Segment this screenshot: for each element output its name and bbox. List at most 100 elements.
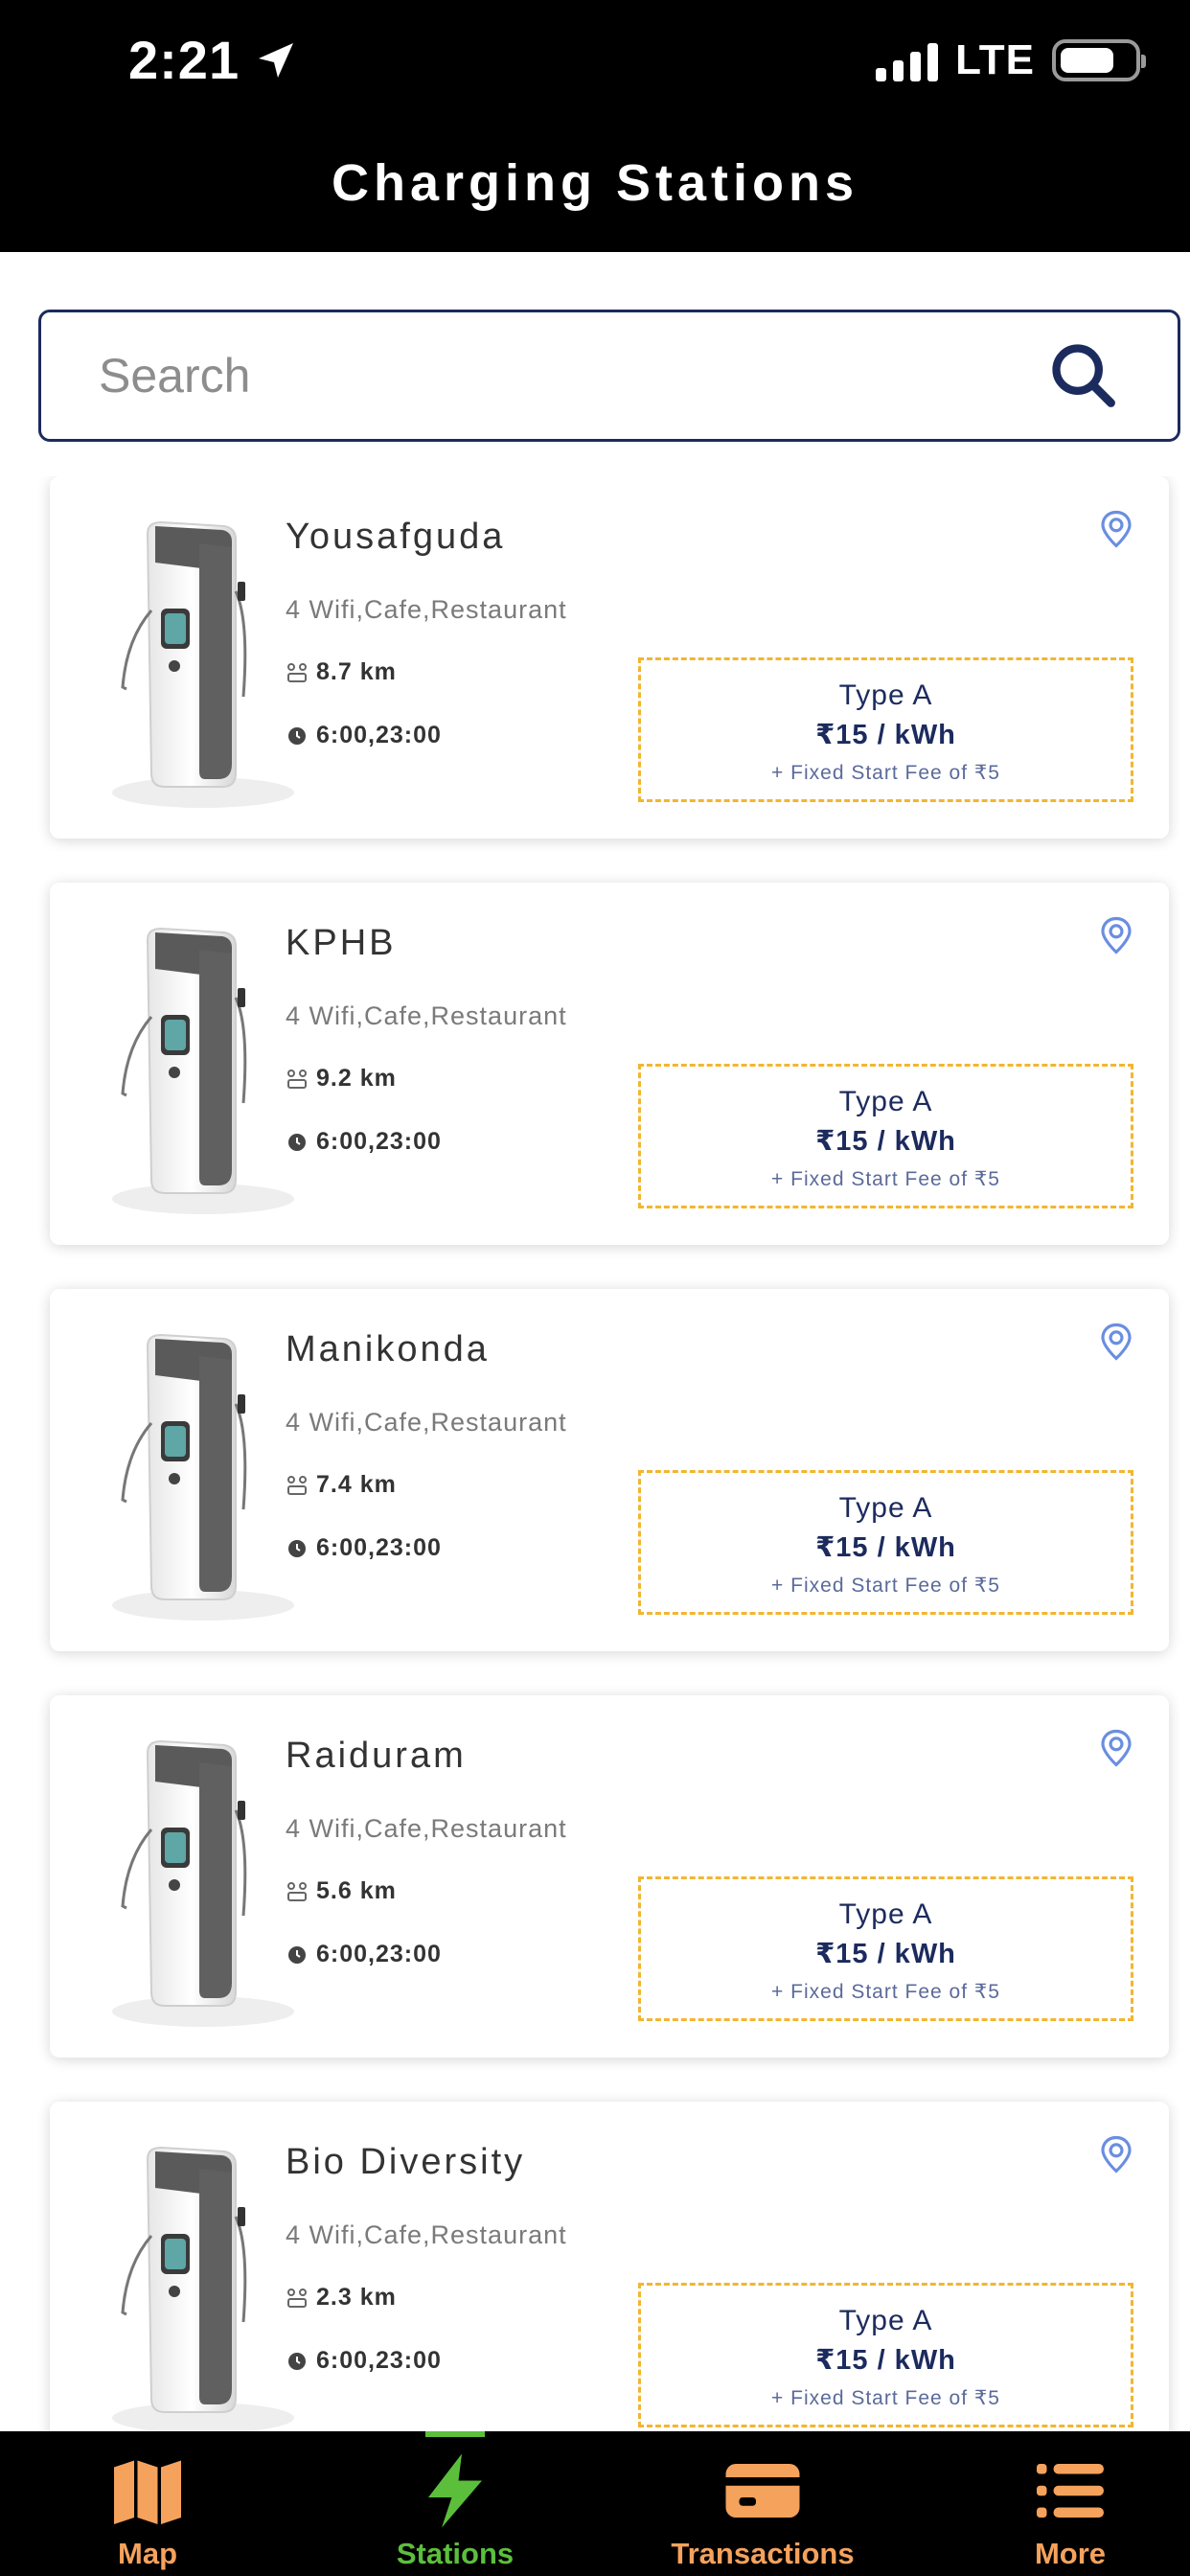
price-rate: ₹15 / kWh <box>815 1126 956 1157</box>
clock-icon <box>288 1539 306 1557</box>
station-card[interactable]: Manikonda 4 Wifi,Cafe,Restaurant 7.4 km … <box>50 1289 1169 1651</box>
search-input[interactable] <box>99 348 1047 403</box>
status-time: 2:21 <box>128 29 299 91</box>
station-hours: 6:00,23:00 <box>316 1128 442 1155</box>
station-distance: 8.7 km <box>316 658 397 685</box>
connector-type: Type A <box>838 2305 933 2336</box>
nav-item-transactions[interactable]: Transactions <box>619 2431 906 2576</box>
station-distance-row: 2.3 km <box>286 2284 397 2312</box>
station-card[interactable]: KPHB 4 Wifi,Cafe,Restaurant 9.2 km 6:00,… <box>50 883 1169 1245</box>
connector-type: Type A <box>838 1492 933 1524</box>
nav-item-map[interactable]: Map <box>4 2431 291 2576</box>
station-distance: 5.6 km <box>316 1877 397 1904</box>
station-card[interactable]: Raiduram 4 Wifi,Cafe,Restaurant 5.6 km 6… <box>50 1695 1169 2058</box>
nav-label-transactions: Transactions <box>671 2537 855 2570</box>
nav-item-more[interactable]: More <box>927 2431 1190 2576</box>
station-name: Yousafguda <box>286 517 506 557</box>
location-pin-icon[interactable] <box>1096 915 1136 955</box>
price-box: Type A ₹15 / kWh + Fixed Start Fee of ₹5 <box>638 1470 1133 1615</box>
start-fee: + Fixed Start Fee of ₹5 <box>771 2387 1000 2409</box>
nav-label-map: Map <box>118 2537 177 2570</box>
station-amenities: 4 Wifi,Cafe,Restaurant <box>286 1814 567 1843</box>
nav-label-more: More <box>1034 2537 1107 2570</box>
network-label: LTE <box>955 36 1035 83</box>
route-icon <box>287 662 307 682</box>
station-distance-row: 5.6 km <box>286 1877 397 1905</box>
station-hours-row: 6:00,23:00 <box>286 2347 442 2375</box>
station-hours-row: 6:00,23:00 <box>286 1941 442 1968</box>
nav-item-stations[interactable]: Stations <box>311 2431 599 2576</box>
battery-icon <box>1052 39 1146 81</box>
route-icon <box>287 2288 307 2308</box>
start-fee: + Fixed Start Fee of ₹5 <box>771 1168 1000 1190</box>
station-distance-row: 7.4 km <box>286 1471 397 1499</box>
station-card[interactable]: Bio Diversity 4 Wifi,Cafe,Restaurant 2.3… <box>50 2102 1169 2431</box>
location-arrow-icon <box>259 42 294 78</box>
status-indicators: LTE <box>876 36 1146 84</box>
price-rate: ₹15 / kWh <box>815 1532 956 1563</box>
station-distance-row: 8.7 km <box>286 658 397 686</box>
page-title: Charging Stations <box>331 154 858 212</box>
active-indicator <box>425 2431 485 2437</box>
charger-image <box>112 2146 294 2431</box>
status-time-text: 2:21 <box>128 30 240 90</box>
charger-image <box>112 1333 294 1621</box>
signal-icon <box>876 39 939 81</box>
station-amenities: 4 Wifi,Cafe,Restaurant <box>286 1408 567 1437</box>
route-icon <box>287 1881 307 1901</box>
clock-icon <box>288 726 306 745</box>
price-box: Type A ₹15 / kWh + Fixed Start Fee of ₹5 <box>638 1876 1133 2021</box>
charger-image <box>112 520 294 808</box>
station-name: Bio Diversity <box>286 2142 526 2182</box>
card-icon <box>725 2464 800 2518</box>
price-box: Type A ₹15 / kWh + Fixed Start Fee of ₹5 <box>638 1064 1133 1208</box>
station-distance: 9.2 km <box>316 1065 397 1092</box>
start-fee: + Fixed Start Fee of ₹5 <box>771 1575 1000 1597</box>
station-name: KPHB <box>286 923 397 963</box>
location-pin-icon[interactable] <box>1096 2134 1136 2174</box>
start-fee: + Fixed Start Fee of ₹5 <box>771 762 1000 784</box>
station-card[interactable]: Yousafguda 4 Wifi,Cafe,Restaurant 8.7 km… <box>50 476 1169 839</box>
station-hours-row: 6:00,23:00 <box>286 1128 442 1156</box>
station-hours: 6:00,23:00 <box>316 1941 442 1967</box>
price-box: Type A ₹15 / kWh + Fixed Start Fee of ₹5 <box>638 2283 1133 2427</box>
list-icon <box>1037 2464 1104 2518</box>
clock-icon <box>288 1945 306 1964</box>
station-name: Raiduram <box>286 1736 467 1776</box>
charger-image <box>112 927 294 1214</box>
clock-icon <box>288 2352 306 2370</box>
start-fee: + Fixed Start Fee of ₹5 <box>771 1981 1000 2003</box>
station-distance: 7.4 km <box>316 1471 397 1498</box>
station-hours-row: 6:00,23:00 <box>286 722 442 749</box>
location-pin-icon[interactable] <box>1096 1322 1136 1362</box>
station-distance-row: 9.2 km <box>286 1065 397 1092</box>
search-bar[interactable] <box>38 310 1180 442</box>
price-box: Type A ₹15 / kWh + Fixed Start Fee of ₹5 <box>638 657 1133 802</box>
route-icon <box>287 1475 307 1495</box>
station-hours: 6:00,23:00 <box>316 722 442 748</box>
app-header: 2:21 LTE Charging Stations <box>0 0 1190 252</box>
connector-type: Type A <box>838 1898 933 1930</box>
bottom-nav: Map Stations Transactions More <box>0 2431 1190 2576</box>
price-rate: ₹15 / kWh <box>815 2345 956 2376</box>
station-hours: 6:00,23:00 <box>316 2347 442 2374</box>
location-pin-icon[interactable] <box>1096 509 1136 549</box>
station-hours-row: 6:00,23:00 <box>286 1534 442 1562</box>
station-list[interactable]: Yousafguda 4 Wifi,Cafe,Restaurant 8.7 km… <box>0 476 1190 2431</box>
bolt-icon <box>428 2453 482 2528</box>
price-rate: ₹15 / kWh <box>815 720 956 750</box>
route-icon <box>287 1069 307 1089</box>
location-pin-icon[interactable] <box>1096 1728 1136 1768</box>
price-rate: ₹15 / kWh <box>815 1939 956 1969</box>
station-distance: 2.3 km <box>316 2284 397 2311</box>
station-amenities: 4 Wifi,Cafe,Restaurant <box>286 595 567 624</box>
nav-label-stations: Stations <box>396 2537 515 2570</box>
station-amenities: 4 Wifi,Cafe,Restaurant <box>286 1001 567 1030</box>
station-hours: 6:00,23:00 <box>316 1534 442 1561</box>
connector-type: Type A <box>838 1086 933 1117</box>
map-icon <box>114 2460 181 2524</box>
connector-type: Type A <box>838 679 933 711</box>
search-icon[interactable] <box>1047 339 1120 412</box>
station-name: Manikonda <box>286 1329 490 1369</box>
charger-image <box>112 1739 294 2027</box>
